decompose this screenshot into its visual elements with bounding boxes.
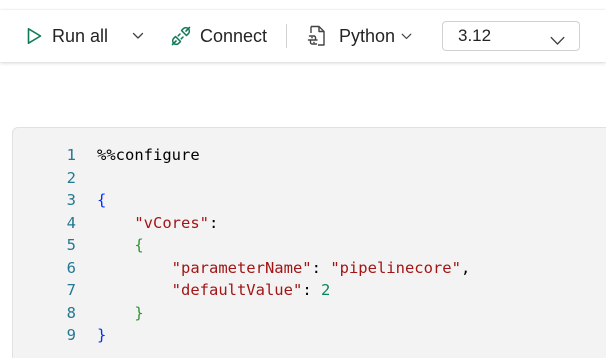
line-number: 1: [66, 146, 76, 164]
connect-label: Connect: [200, 25, 268, 46]
code-token: "vCores": [134, 213, 209, 232]
code-token: }: [97, 326, 107, 344]
line-number: 3: [66, 191, 76, 209]
plug-connect-icon: [170, 25, 192, 47]
chevron-down-icon: [550, 31, 565, 51]
line-number: 7: [66, 281, 76, 299]
code-token: :: [311, 258, 331, 277]
code-token: }: [134, 303, 144, 322]
toolbar-divider: [286, 24, 287, 48]
notebook-toolbar: Run all Connect Python 3.12: [0, 10, 606, 62]
code-cell-editor[interactable]: 1 %%configure 2 3 {4 "vCores": 5 {6 "paramete…: [12, 127, 606, 358]
run-all-label: Run all: [52, 25, 109, 46]
chevron-down-icon: [132, 32, 144, 40]
notebook-page: Run all Connect Python 3.12 1 %%configur…: [0, 0, 606, 358]
play-icon: [24, 26, 44, 46]
language-selector[interactable]: Python: [307, 10, 412, 62]
line-number: 9: [66, 326, 76, 344]
python-version-select[interactable]: 3.12: [442, 21, 580, 51]
code-text: "defaultValue": 2: [97, 279, 331, 301]
code-token: "pipelinecore": [330, 258, 461, 277]
line-number: 4: [66, 213, 76, 232]
line-number: 2: [66, 168, 76, 187]
code-text: }: [97, 324, 106, 346]
code-token: {: [97, 191, 107, 209]
code-token: ,: [460, 258, 471, 277]
python-file-icon: [307, 25, 327, 47]
chevron-down-icon: [401, 33, 412, 40]
line-number: 5: [66, 236, 76, 254]
run-all-button[interactable]: Run all: [24, 10, 108, 62]
code-token: 2: [320, 281, 331, 299]
language-label: Python: [339, 25, 396, 46]
code-token: "parameterName": [171, 258, 312, 277]
run-options-dropdown[interactable]: [126, 10, 150, 62]
code-text: "parameterName": "pipelinecore",: [97, 257, 471, 279]
line-number: 6: [66, 258, 76, 277]
code-token: :: [208, 213, 219, 232]
version-value: 3.12: [458, 26, 492, 45]
code-text: {: [97, 189, 106, 211]
line-number: 8: [66, 303, 76, 322]
code-text: }: [97, 302, 144, 324]
code-text: %%configure: [97, 144, 200, 166]
code-token: "defaultValue": [171, 281, 303, 299]
code-token: %%configure: [97, 146, 200, 164]
connect-button[interactable]: Connect: [170, 10, 267, 62]
code-token: :: [302, 281, 321, 299]
code-token: {: [134, 236, 144, 254]
code-text: "vCores":: [97, 212, 218, 234]
code-text: {: [97, 234, 144, 256]
